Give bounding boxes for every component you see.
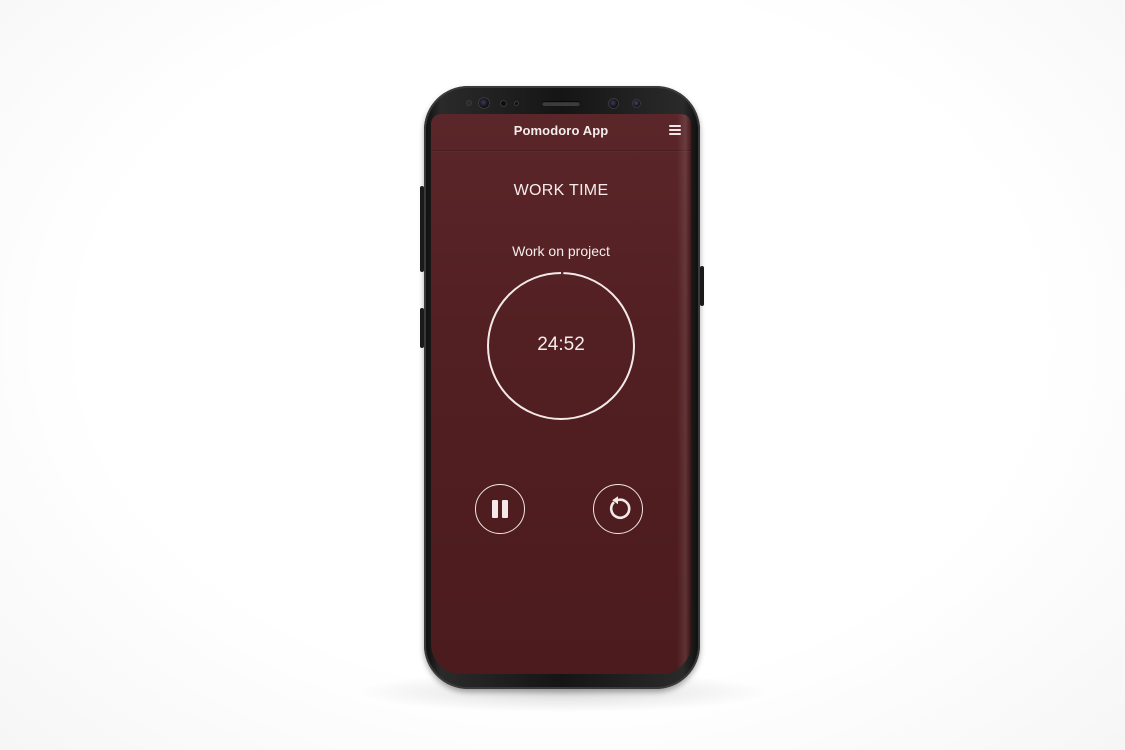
phone-device: Pomodoro App WORK TIME Work on project 2… <box>420 86 704 689</box>
reset-button[interactable] <box>593 484 643 534</box>
earpiece-speaker <box>542 101 580 106</box>
task-label: Work on project <box>512 243 610 259</box>
front-camera <box>632 99 641 108</box>
pause-button[interactable] <box>475 484 525 534</box>
hamburger-menu-icon[interactable] <box>669 125 681 135</box>
iris-camera <box>608 98 619 109</box>
app-screen: Pomodoro App WORK TIME Work on project 2… <box>431 114 691 674</box>
pause-icon <box>492 500 498 518</box>
sensor-dot <box>466 100 472 106</box>
pause-icon-bar <box>502 500 508 518</box>
power-button <box>700 266 704 306</box>
phone-bottom-bezel <box>424 674 700 689</box>
proximity-sensor <box>500 100 507 107</box>
light-sensor <box>514 101 519 106</box>
mockup-stage: Pomodoro App WORK TIME Work on project 2… <box>0 0 1125 750</box>
app-title: Pomodoro App <box>513 123 609 138</box>
app-header: Pomodoro App <box>431 114 691 151</box>
mode-label: WORK TIME <box>513 182 609 199</box>
timer-display: 24:52 <box>537 334 585 355</box>
restart-icon <box>609 496 631 519</box>
assistant-button <box>420 308 424 348</box>
volume-button <box>420 186 424 272</box>
phone-top-bezel <box>424 86 700 114</box>
iris-scanner <box>478 97 490 109</box>
